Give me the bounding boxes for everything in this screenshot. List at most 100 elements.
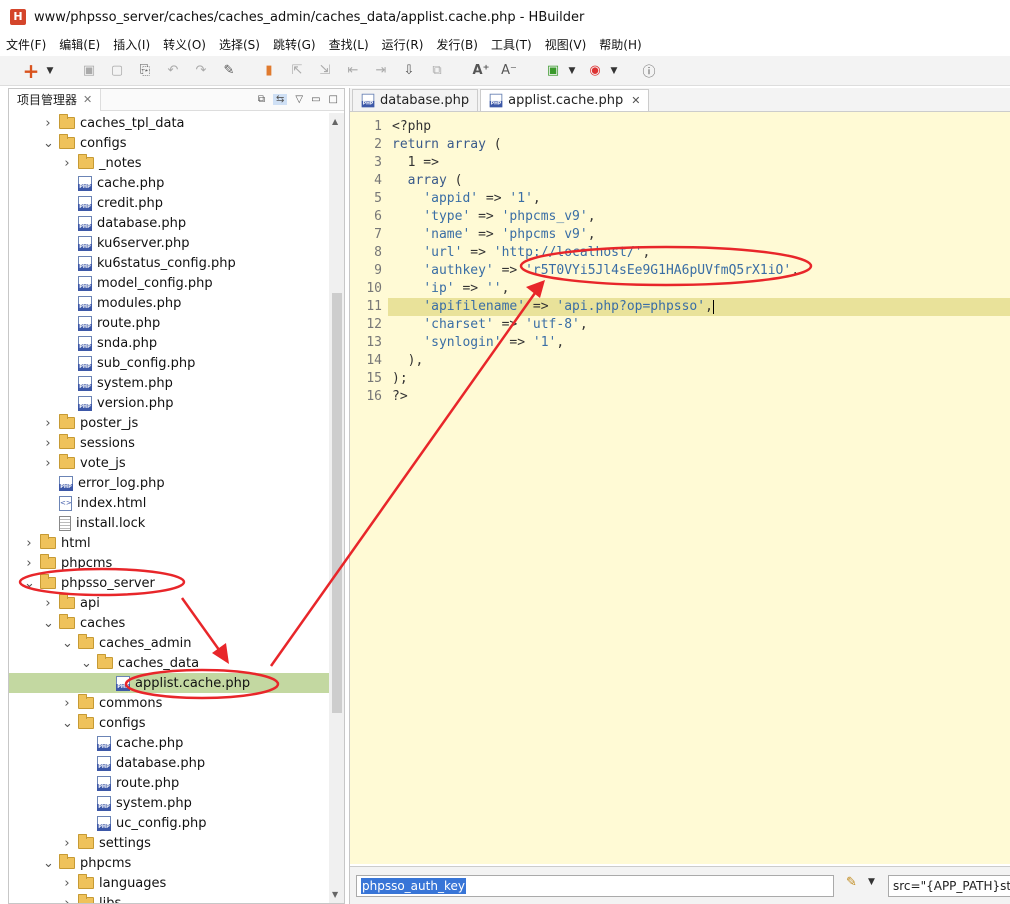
tree-folder[interactable]: › phpcms	[9, 553, 329, 573]
tree-folder[interactable]: ⌄ caches_data	[9, 653, 329, 673]
tree-file[interactable]: database.php	[9, 753, 329, 773]
menu-item[interactable]: 查找(L)	[329, 36, 369, 53]
tree-folder[interactable]: › languages	[9, 873, 329, 893]
menu-item[interactable]: 视图(V)	[545, 36, 587, 53]
font-decrease-icon[interactable]: A⁻	[498, 60, 520, 82]
browser-icon[interactable]: ◉	[584, 60, 606, 82]
menu-item[interactable]: 编辑(E)	[59, 36, 100, 53]
tree-file[interactable]: install.lock	[9, 513, 329, 533]
chevron-down-icon[interactable]: ⌄	[43, 616, 54, 631]
editor-tab[interactable]: applist.cache.php ✕	[480, 89, 650, 111]
menu-item[interactable]: 工具(T)	[491, 36, 532, 53]
tree-folder[interactable]: ⌄ caches_admin	[9, 633, 329, 653]
tree-file[interactable]: model_config.php	[9, 273, 329, 293]
chevron-right-icon[interactable]: ›	[24, 536, 34, 551]
chevron-right-icon[interactable]: ›	[43, 436, 53, 451]
browser-dropdown-icon[interactable]: ▼	[608, 60, 620, 82]
chevron-down-icon[interactable]: ⌄	[62, 636, 73, 651]
tree-file[interactable]: modules.php	[9, 293, 329, 313]
close-icon[interactable]: ✕	[83, 93, 92, 106]
chevron-down-icon[interactable]: ⌄	[81, 656, 92, 671]
tree-folder[interactable]: › settings	[9, 833, 329, 853]
chevron-right-icon[interactable]: ›	[43, 416, 53, 431]
redo-icon[interactable]: ↷	[190, 60, 212, 82]
tree-folder[interactable]: ⌄ phpcms	[9, 853, 329, 873]
tree-folder[interactable]: › commons	[9, 693, 329, 713]
tree-folder[interactable]: › poster_js	[9, 413, 329, 433]
tree-folder[interactable]: › api	[9, 593, 329, 613]
chevron-down-icon[interactable]: ⌄	[24, 576, 35, 591]
src-field[interactable]: src="{APP_PATH}stat	[888, 875, 1010, 897]
tree-file[interactable]: cache.php	[9, 173, 329, 193]
tree-file[interactable]: cache.php	[9, 733, 329, 753]
tab-project-manager[interactable]: 项目管理器 ✕	[9, 89, 102, 111]
tree-folder[interactable]: › html	[9, 533, 329, 553]
bookmark-next-icon[interactable]: ⇲	[314, 60, 336, 82]
chevron-right-icon[interactable]: ›	[62, 836, 72, 851]
tree-folder[interactable]: ⌄ configs	[9, 133, 329, 153]
code-editor[interactable]: 1 2 3 4 5 6 7 8 9 10 11 12 13 14 15 16 <?php return arra…	[350, 112, 1010, 864]
bookmark-icon[interactable]: ▮	[258, 60, 280, 82]
chevron-right-icon[interactable]: ›	[43, 456, 53, 471]
tree-file[interactable]: uc_config.php	[9, 813, 329, 833]
move-right-icon[interactable]: ⇥	[370, 60, 392, 82]
tree-folder[interactable]: ⌄ configs	[9, 713, 329, 733]
chevron-right-icon[interactable]: ›	[43, 596, 53, 611]
close-icon[interactable]: ✕	[631, 94, 640, 107]
chevron-right-icon[interactable]: ›	[24, 556, 34, 571]
tree-file[interactable]: ku6status_config.php	[9, 253, 329, 273]
undo-icon[interactable]: ↶	[162, 60, 184, 82]
chevron-right-icon[interactable]: ›	[43, 116, 53, 131]
font-increase-icon[interactable]: A⁺	[470, 60, 492, 82]
chevron-down-icon[interactable]: ⌄	[62, 716, 73, 731]
tree-scrollbar[interactable]: ▲ ▼	[329, 113, 344, 903]
tree-file[interactable]: database.php	[9, 213, 329, 233]
tree-file[interactable]: credit.php	[9, 193, 329, 213]
menu-item[interactable]: 跳转(G)	[273, 36, 316, 53]
new-dropdown-icon[interactable]: ▼	[44, 60, 56, 82]
tree-file[interactable]: system.php	[9, 373, 329, 393]
tree-folder[interactable]: › vote_js	[9, 453, 329, 473]
revert-icon[interactable]: ⎘	[134, 60, 156, 82]
run-dropdown-icon[interactable]: ▼	[566, 60, 578, 82]
scrollbar-thumb[interactable]	[332, 293, 342, 713]
menu-item[interactable]: 发行(B)	[436, 36, 478, 53]
find-input[interactable]: phpsso_auth_key	[356, 875, 834, 897]
chevron-down-icon[interactable]: ⌄	[43, 856, 54, 871]
tree-file[interactable]: snda.php	[9, 333, 329, 353]
menu-item[interactable]: 帮助(H)	[599, 36, 641, 53]
maximize-icon[interactable]: □	[329, 94, 338, 105]
link-editor-icon[interactable]: ⇆	[273, 94, 288, 105]
run-icon[interactable]: ▣	[542, 60, 564, 82]
scroll-down-icon[interactable]: ▼	[332, 890, 338, 899]
tree-file[interactable]: ku6server.php	[9, 233, 329, 253]
tree-file[interactable]: system.php	[9, 793, 329, 813]
collapse-all-icon[interactable]: ⧉	[258, 94, 265, 105]
format-icon[interactable]: ✎	[218, 60, 240, 82]
tree-folder[interactable]: › _notes	[9, 153, 329, 173]
chevron-right-icon[interactable]: ›	[62, 896, 72, 904]
menu-item[interactable]: 转义(O)	[163, 36, 206, 53]
scroll-up-icon[interactable]: ▲	[332, 117, 338, 126]
tree-file[interactable]: <> index.html	[9, 493, 329, 513]
tree-folder[interactable]: ⌄ phpsso_server	[9, 573, 329, 593]
tree-file[interactable]: error_log.php	[9, 473, 329, 493]
open-file-icon[interactable]: ⇩	[398, 60, 420, 82]
info-icon[interactable]: ⓘ	[638, 60, 660, 82]
tree-file[interactable]: sub_config.php	[9, 353, 329, 373]
tree-folder[interactable]: › caches_tpl_data	[9, 113, 329, 133]
tree-file[interactable]: version.php	[9, 393, 329, 413]
tree-folder[interactable]: › libs	[9, 893, 329, 903]
bookmark-prev-icon[interactable]: ⇱	[286, 60, 308, 82]
minimize-icon[interactable]: ▭	[311, 94, 320, 105]
tree-folder[interactable]: ⌄ caches	[9, 613, 329, 633]
find-options-icon[interactable]: ✎	[846, 875, 857, 890]
menu-item[interactable]: 文件(F)	[6, 36, 46, 53]
save-icon[interactable]: ▣	[78, 60, 100, 82]
chevron-right-icon[interactable]: ›	[62, 876, 72, 891]
menu-item[interactable]: 选择(S)	[219, 36, 260, 53]
tree-file[interactable]: applist.cache.php	[9, 673, 329, 693]
move-left-icon[interactable]: ⇤	[342, 60, 364, 82]
editor-tab[interactable]: database.php	[352, 89, 479, 111]
view-menu-icon[interactable]: ▽	[295, 94, 303, 105]
